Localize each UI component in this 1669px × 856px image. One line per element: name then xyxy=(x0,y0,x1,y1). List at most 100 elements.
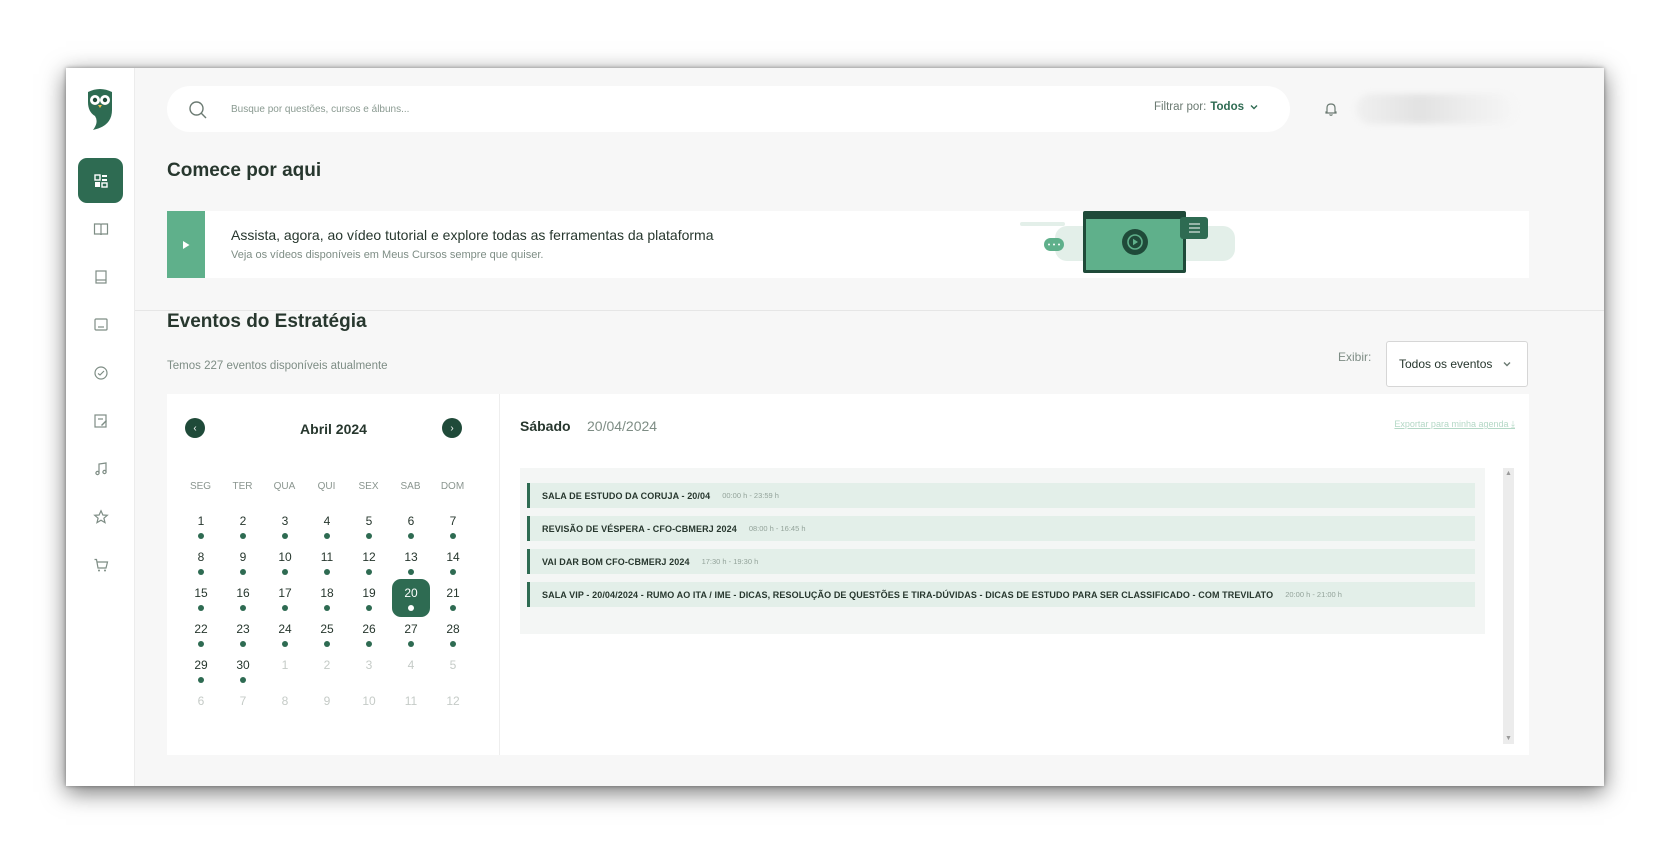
calendar-day[interactable]: 27 xyxy=(392,615,430,653)
calendar-day[interactable]: 8 xyxy=(266,687,304,725)
calendar-day[interactable]: 11 xyxy=(308,543,346,581)
calendar-day[interactable]: 21 xyxy=(434,579,472,617)
calendar-day[interactable]: 9 xyxy=(308,687,346,725)
day-number: 26 xyxy=(362,622,376,636)
calendar-day[interactable]: 12 xyxy=(434,687,472,725)
sidebar-item-library[interactable] xyxy=(78,254,123,299)
event-type-select[interactable]: Todos os eventos xyxy=(1386,341,1528,387)
calendar-day[interactable]: 29 xyxy=(182,651,220,689)
calendar-day[interactable]: 6 xyxy=(182,687,220,725)
owl-logo[interactable] xyxy=(83,88,117,132)
user-profile[interactable] xyxy=(1356,94,1516,124)
sidebar-item-dashboard[interactable] xyxy=(78,158,123,203)
calendar-day[interactable]: 7 xyxy=(224,687,262,725)
calendar-day[interactable]: 7 xyxy=(434,507,472,545)
event-item[interactable]: VAI DAR BOM CFO-CBMERJ 2024 17:30 h - 19:… xyxy=(527,549,1475,574)
day-number: 10 xyxy=(362,694,376,708)
calendar-day[interactable]: 2 xyxy=(308,651,346,689)
calendar-day[interactable]: 10 xyxy=(350,687,388,725)
event-title: SALA VIP - 20/04/2024 - RUMO AO ITA / IM… xyxy=(542,589,1274,600)
tutorial-banner[interactable]: Assista, agora, ao vídeo tutorial e expl… xyxy=(167,211,1529,278)
calendar-day[interactable]: 3 xyxy=(350,651,388,689)
calendar-day[interactable]: 23 xyxy=(224,615,262,653)
event-item[interactable]: REVISÃO DE VÉSPERA - CFO-CBMERJ 2024 08:0… xyxy=(527,516,1475,541)
calendar-day[interactable]: 19 xyxy=(350,579,388,617)
event-type-value: Todos os eventos xyxy=(1399,357,1493,371)
calendar-day[interactable]: 18 xyxy=(308,579,346,617)
calendar-day[interactable]: 1 xyxy=(182,507,220,545)
day-number: 5 xyxy=(449,658,457,672)
next-month-button[interactable]: › xyxy=(442,418,462,438)
event-item[interactable]: SALA VIP - 20/04/2024 - RUMO AO ITA / IM… xyxy=(527,582,1475,607)
event-time: 00:00 h - 23:59 h xyxy=(722,491,779,500)
calendar-day[interactable]: 4 xyxy=(308,507,346,545)
event-time: 08:00 h - 16:45 h xyxy=(748,524,806,533)
day-number: 8 xyxy=(197,550,205,564)
search-icon[interactable] xyxy=(187,99,209,121)
event-list-scrollbar[interactable]: ▲ ▼ xyxy=(1503,468,1514,744)
sidebar-item-favorites[interactable] xyxy=(78,494,123,539)
calendar-day[interactable]: 13 xyxy=(392,543,430,581)
calendar-day[interactable]: 9 xyxy=(224,543,262,581)
sidebar-item-store[interactable] xyxy=(78,542,123,587)
agenda-panel: Sábado 20/04/2024 Exportar para minha ag… xyxy=(500,394,1529,755)
intro-title: Comece por aqui xyxy=(167,160,322,181)
calendar-day[interactable]: 24 xyxy=(266,615,304,653)
event-indicator-dot xyxy=(198,677,204,683)
calendar-day[interactable]: 11 xyxy=(392,687,430,725)
calendar-day[interactable]: 4 xyxy=(392,651,430,689)
day-number: 13 xyxy=(404,550,418,564)
event-indicator-dot xyxy=(366,641,372,647)
day-number: 11 xyxy=(404,694,418,708)
sidebar-item-exercises[interactable] xyxy=(78,398,123,443)
day-number: 15 xyxy=(194,586,208,600)
event-indicator-dot xyxy=(324,533,330,539)
calendar-day[interactable]: 14 xyxy=(434,543,472,581)
day-number: 3 xyxy=(365,658,373,672)
scroll-down-icon[interactable]: ▼ xyxy=(1503,735,1514,742)
filter-value: Todos xyxy=(1210,101,1244,113)
day-number: 4 xyxy=(407,658,415,672)
calendar-day[interactable]: 3 xyxy=(266,507,304,545)
calendar-day[interactable]: 2 xyxy=(224,507,262,545)
event-item[interactable]: SALA DE ESTUDO DA CORUJA - 20/04 00:00 h … xyxy=(527,483,1475,508)
day-number: 9 xyxy=(323,694,331,708)
calendar-day[interactable]: 5 xyxy=(350,507,388,545)
sidebar-item-monitor[interactable] xyxy=(78,302,123,347)
filter-dropdown[interactable]: Filtrar por: Todos xyxy=(1154,101,1260,113)
scroll-up-icon[interactable]: ▲ xyxy=(1503,470,1514,477)
day-number: 25 xyxy=(320,622,334,636)
search-input[interactable] xyxy=(231,99,731,119)
calendar-day[interactable]: 28 xyxy=(434,615,472,653)
sidebar-item-courses[interactable] xyxy=(78,206,123,251)
sidebar-item-performance[interactable] xyxy=(78,350,123,395)
agenda-day-name: Sábado xyxy=(520,418,571,434)
bell-icon[interactable] xyxy=(1321,99,1341,119)
calendar-day[interactable]: 22 xyxy=(182,615,220,653)
calendar-day[interactable]: 1 xyxy=(266,651,304,689)
chevron-down-icon xyxy=(1503,362,1511,367)
banner-play-button[interactable] xyxy=(167,211,205,278)
day-number: 7 xyxy=(449,514,457,528)
event-indicator-dot xyxy=(450,569,456,575)
event-indicator-dot xyxy=(198,605,204,611)
calendar-day[interactable]: 25 xyxy=(308,615,346,653)
day-number: 30 xyxy=(236,658,250,672)
calendar-day[interactable]: 16 xyxy=(224,579,262,617)
calendar-day[interactable]: 30 xyxy=(224,651,262,689)
event-time: 17:30 h - 19:30 h xyxy=(701,557,759,566)
day-number: 4 xyxy=(323,514,331,528)
calendar-day[interactable]: 5 xyxy=(434,651,472,689)
sidebar-item-audio[interactable] xyxy=(78,446,123,491)
calendar-day[interactable]: 8 xyxy=(182,543,220,581)
calendar-day[interactable]: 26 xyxy=(350,615,388,653)
calendar-day[interactable]: 10 xyxy=(266,543,304,581)
calendar-day[interactable]: 6 xyxy=(392,507,430,545)
export-to-calendar-link[interactable]: Exportar para minha agenda ⤓ xyxy=(1394,419,1515,430)
calendar-day[interactable]: 12 xyxy=(350,543,388,581)
calendar-day[interactable]: 15 xyxy=(182,579,220,617)
calendar-day[interactable]: 17 xyxy=(266,579,304,617)
dashboard-icon xyxy=(93,173,108,188)
monitor-icon xyxy=(93,317,108,331)
calendar-day-selected[interactable]: 20 xyxy=(392,579,430,617)
